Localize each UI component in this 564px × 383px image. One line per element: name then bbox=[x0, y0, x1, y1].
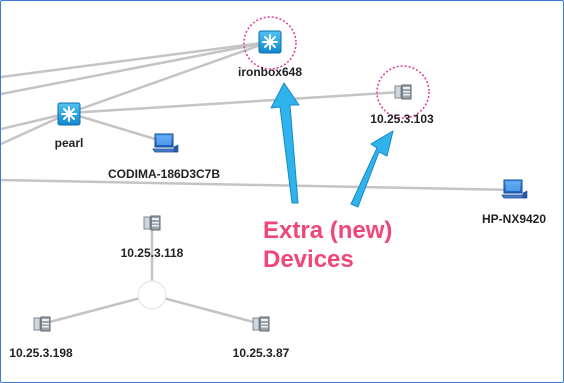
computer-icon bbox=[501, 179, 528, 199]
callout-arrow-right bbox=[350, 130, 394, 208]
node-codima[interactable]: CODIMA-186D3C7B bbox=[108, 133, 220, 181]
server-icon bbox=[143, 215, 161, 231]
node-label: 10.25.3.118 bbox=[121, 246, 184, 260]
computer-icon bbox=[152, 133, 179, 153]
server-icon bbox=[33, 316, 51, 332]
callout-line-2: Devices bbox=[263, 246, 354, 273]
link-hub-10.25.3.198 bbox=[41, 293, 153, 326]
switch-icon bbox=[57, 102, 81, 126]
node-pearl[interactable]: pearl bbox=[55, 102, 84, 150]
node-label: ironbox648 bbox=[238, 65, 302, 79]
node-hp-nx9420[interactable]: HP-NX9420 bbox=[482, 179, 546, 226]
server-icon bbox=[394, 84, 412, 100]
link-pearl-codima bbox=[68, 111, 166, 144]
node-label: 10.25.3.87 bbox=[233, 346, 290, 360]
node-label: HP-NX9420 bbox=[482, 212, 546, 226]
node-label: pearl bbox=[55, 136, 84, 150]
switch-icon bbox=[258, 30, 282, 54]
node-10.25.3.87[interactable]: 10.25.3.87 bbox=[233, 316, 290, 360]
node-10.25.3.103[interactable]: 10.25.3.103 bbox=[370, 84, 434, 126]
server-icon bbox=[252, 316, 270, 332]
hub-node[interactable] bbox=[137, 280, 167, 310]
callout-line-1: Extra (new) bbox=[263, 217, 392, 244]
node-label: 10.25.3.198 bbox=[9, 346, 73, 360]
link-left-hpnx bbox=[1, 178, 515, 192]
links bbox=[1, 40, 515, 326]
link-left-ironbox-2 bbox=[1, 40, 270, 79]
link-hub-10.25.3.87 bbox=[151, 293, 262, 326]
link-left-ironbox-1 bbox=[1, 40, 270, 96]
node-10.25.3.198[interactable]: 10.25.3.198 bbox=[9, 316, 73, 360]
node-label: 10.25.3.103 bbox=[370, 112, 434, 126]
node-label: CODIMA-186D3C7B bbox=[108, 167, 220, 181]
network-topology-map: ironbox648 pearl 10.25.3.103 CODIMA-186D… bbox=[0, 0, 564, 383]
topology-canvas: ironbox648 pearl 10.25.3.103 CODIMA-186D… bbox=[1, 16, 546, 360]
